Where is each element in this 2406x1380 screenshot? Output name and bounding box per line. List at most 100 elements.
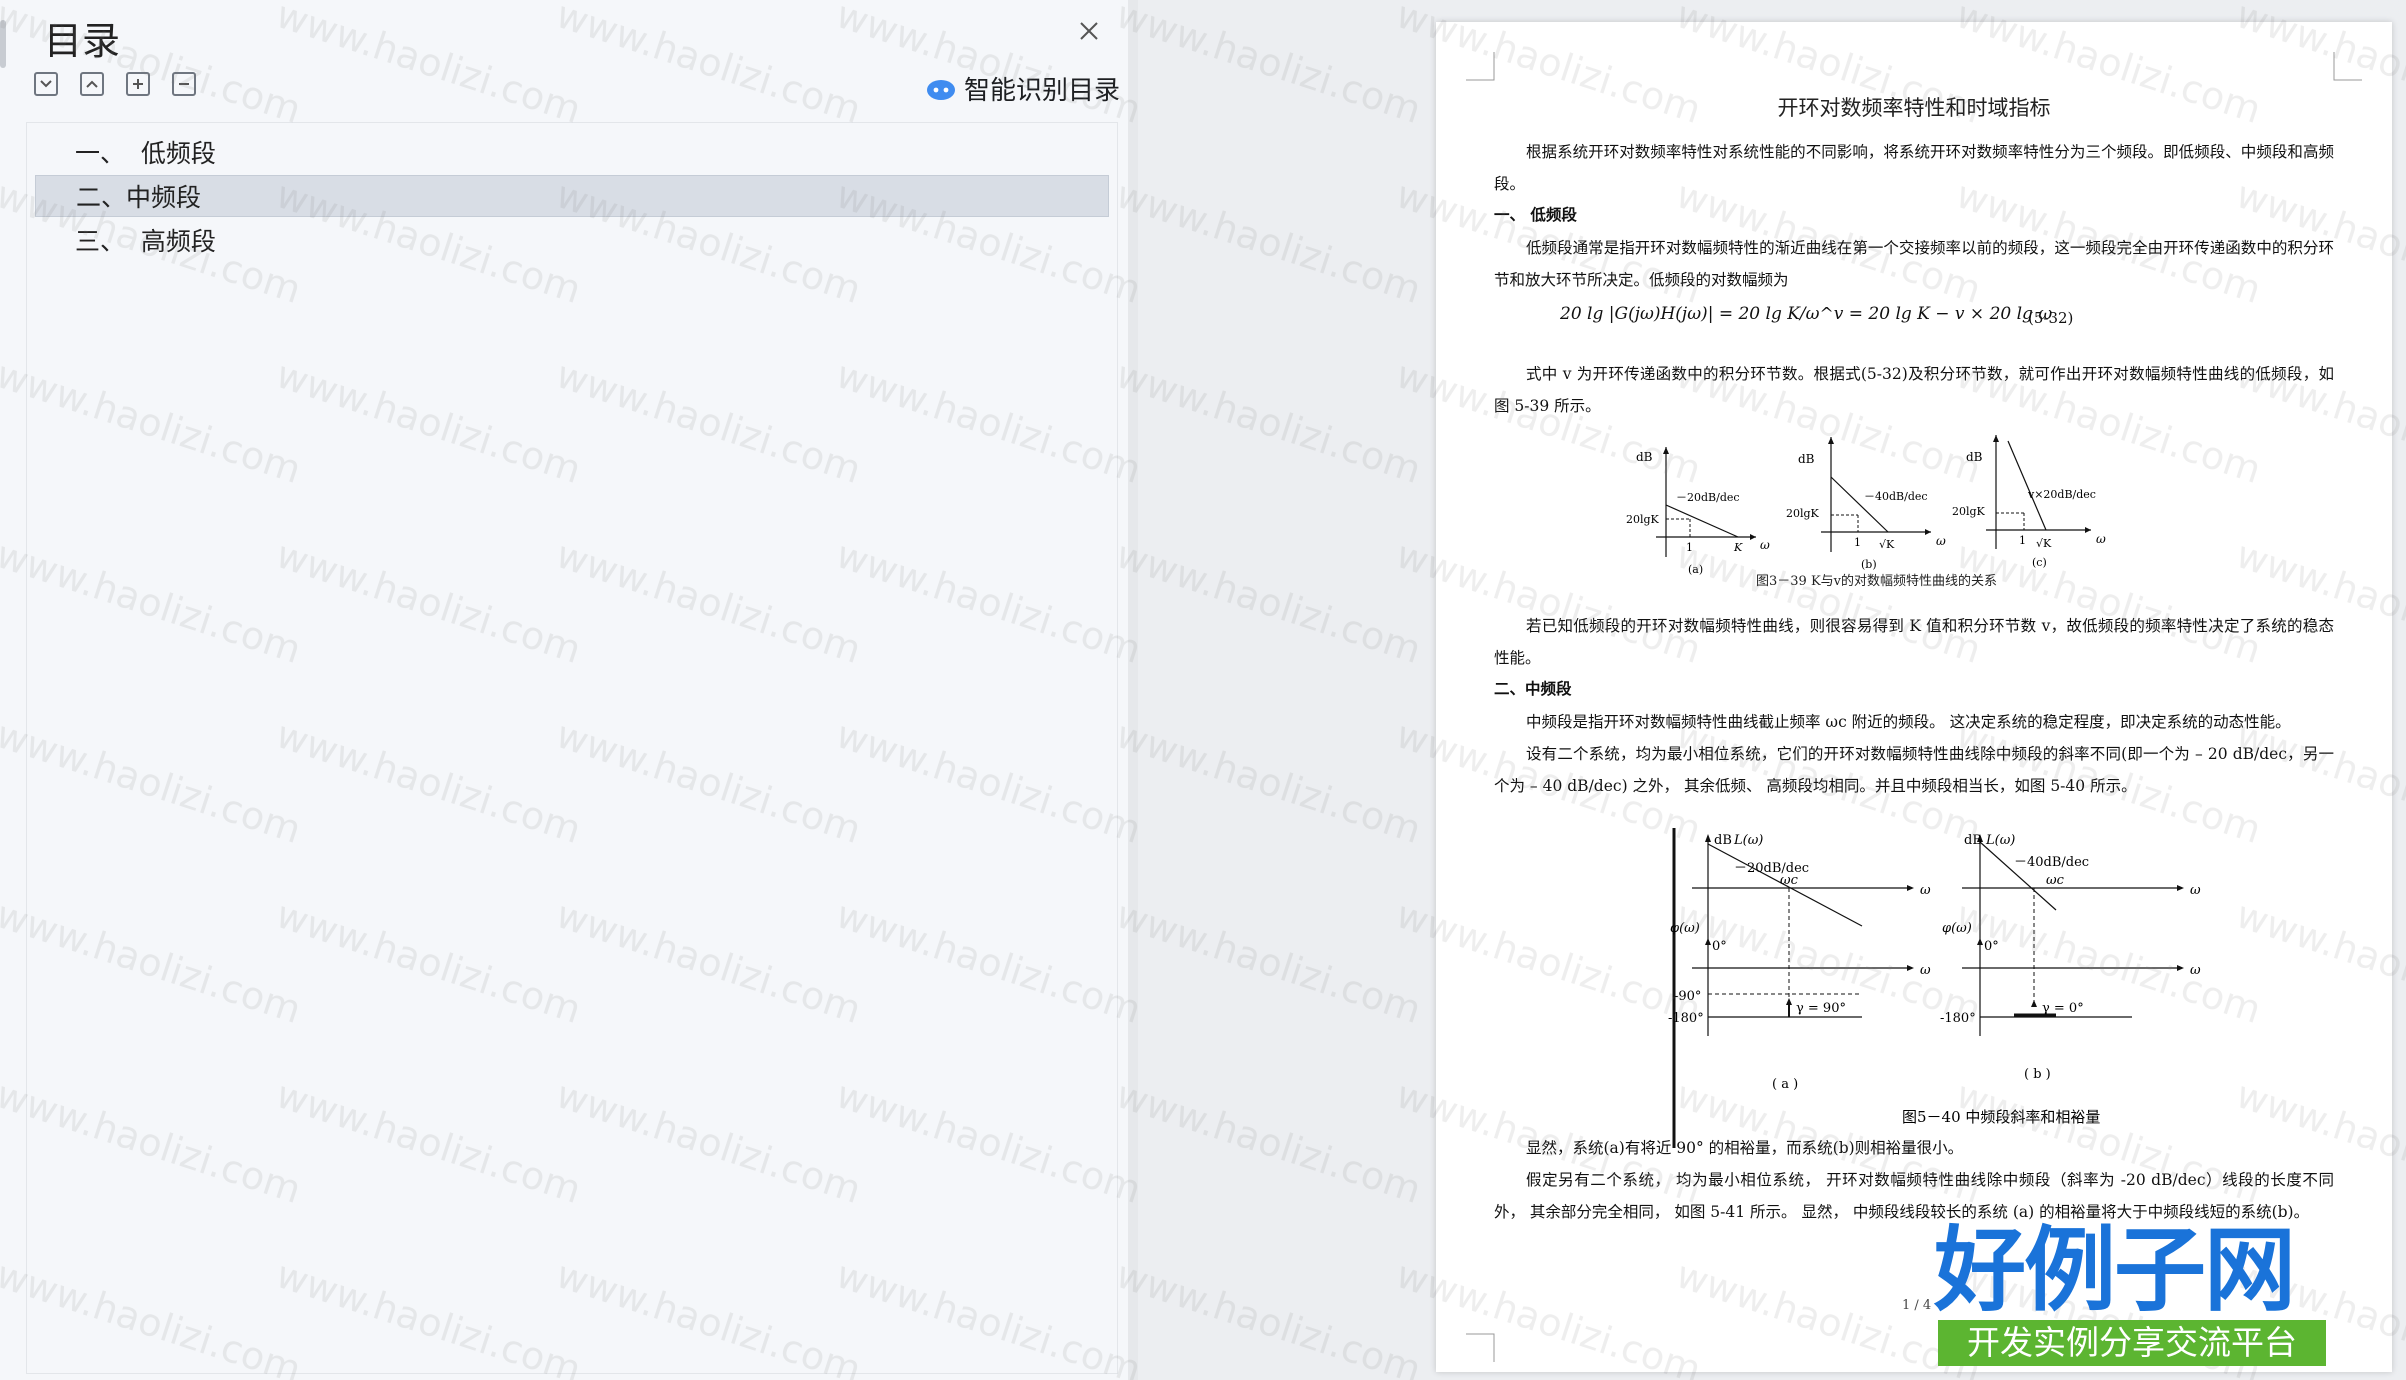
fig39-c-xtick-k: √K — [2036, 537, 2052, 550]
fig40-a-zero: 0° — [1712, 939, 1727, 954]
toc-item-high-freq[interactable]: 三、 高频段 — [35, 219, 1149, 261]
fig39-a-ylabel: dB — [1636, 450, 1653, 464]
minus-icon — [179, 83, 189, 85]
mid-freq-paragraph: 中频段是指开环对数幅频特性曲线截止频率 ωc 附近的频段。 这决定系统的稳定程度… — [1526, 713, 2291, 731]
fig40-a-phi: φ(ω) — [1670, 921, 1700, 936]
watermark-text: www.haolizi.com — [1110, 532, 1427, 672]
watermark-text: www.haolizi.com — [1110, 1252, 1427, 1380]
fig39-b-ytick: 20lgK — [1786, 507, 1820, 520]
expand-down-button[interactable] — [34, 72, 58, 96]
watermark-text: www.haolizi.com — [1110, 712, 1427, 852]
fig39-b-ylabel: dB — [1798, 452, 1815, 466]
splitter[interactable] — [1128, 0, 1138, 1380]
fig39-c-xaxis: ω — [2096, 532, 2106, 546]
fig40-a-xaxis-phase: ω — [1920, 963, 1931, 978]
logo-main-text: 好例子网 — [1934, 1217, 2296, 1324]
fig40-a-wc: ωc — [1780, 873, 1799, 888]
fig39-panel-c: dB 20lgK v×20dB/dec 1 √K ω (c) — [1952, 435, 2106, 569]
chevron-up-icon — [86, 80, 98, 88]
crop-mark-bottom-left — [1466, 1333, 1495, 1362]
fig39-b-xtick-k: √K — [1879, 538, 1895, 551]
intro-paragraph: 根据系统开环对数频率特性对系统性能的不同影响，将系统开环对数频率特性分为三个频段… — [1494, 143, 2334, 193]
fig40-b-gamma: γ = 0° — [2042, 1001, 2084, 1016]
fig40-b-zero: 0° — [1984, 939, 1999, 954]
chevron-down-icon — [40, 80, 52, 88]
fig40-b-wc: ωc — [2046, 873, 2065, 888]
toc-item-mid-freq[interactable]: 二、中频段 — [35, 175, 1109, 217]
watermark-text: www.haolizi.com — [1110, 0, 1427, 132]
fig40-b-L: L(ω) — [1985, 833, 2015, 848]
fig39-c-ytick: 20lgK — [1952, 505, 1986, 518]
fig40-b-xaxis-phase: ω — [2190, 963, 2201, 978]
fig39-c-ylabel: dB — [1966, 450, 1983, 464]
collapse-all-button[interactable] — [172, 72, 196, 96]
toc-panel: 目录 智能识别目录 一、 低频段 二、中频段 三、 高频段 — [0, 0, 1129, 1380]
expand-all-button[interactable] — [126, 72, 150, 96]
fig40-b-phi: φ(ω) — [1942, 921, 1972, 936]
fig40-a-gamma: γ = 90° — [1796, 1001, 1846, 1016]
logo-sub-text: 开发实例分享交流平台 — [1938, 1320, 2326, 1366]
toc-title: 目录 — [44, 19, 121, 63]
fig40-a-label: ( a ) — [1772, 1077, 1798, 1092]
watermark-text: www.haolizi.com — [1110, 352, 1427, 492]
fig40-a-m90: -90° — [1674, 989, 1701, 1004]
smart-toc-label: 智能识别目录 — [964, 76, 1121, 106]
watermark-text: www.haolizi.com — [1110, 172, 1427, 312]
phase-margin-paragraph: 显然，系统(a)有将近 90° 的相裕量，而系统(b)则相裕量很小。 — [1526, 1139, 1964, 1157]
site-logo: 好例子网 开发实例分享交流平台 — [1930, 1196, 2330, 1370]
crop-mark-top-left — [1466, 52, 1495, 81]
toc-item-label: 二、中频段 — [76, 183, 202, 212]
two-systems-paragraph: 设有二个系统，均为最小相位系统，它们的开环对数幅频特性曲线除中频段的斜率不同(即… — [1494, 745, 2334, 795]
fig39-a-xtick-k: K — [1733, 541, 1743, 554]
fig39-a-xtick-1: 1 — [1686, 541, 1693, 554]
smart-toc-button[interactable]: 智能识别目录 — [926, 70, 1120, 107]
figure-5-39: dB 20lgK －20dB/dec 1 K ω (a) dB 20lgK －4… — [1626, 435, 2106, 576]
fig40-a-dB: dB — [1714, 833, 1732, 848]
heading-low-freq: 一、 低频段 — [1494, 205, 1577, 224]
fig40-b-label: ( b ) — [2024, 1067, 2051, 1082]
document-title: 开环对数频率特性和时域指标 — [1777, 96, 2051, 120]
fig39-b-xtick-1: 1 — [1854, 536, 1861, 549]
fig39-c-xtick-1: 1 — [2019, 534, 2026, 547]
fig39-a-label: (a) — [1688, 563, 1703, 576]
collapse-up-button[interactable] — [80, 72, 104, 96]
fig39-a-slope: －20dB/dec — [1676, 491, 1740, 504]
toc-item-label: 三、 高频段 — [75, 227, 216, 256]
low-freq-paragraph: 低频段通常是指开环对数幅频特性的渐近曲线在第一个交接频率以前的频段，这一频段完全… — [1494, 239, 2334, 289]
heading-mid-freq: 二、中频段 — [1494, 679, 1572, 698]
fig39-b-slope: －40dB/dec — [1864, 490, 1928, 503]
fig39-a-xaxis: ω — [1760, 538, 1770, 552]
figure-5-40: dB L(ω) －20dB/dec ωc ω φ(ω) 0° ω -90° -1… — [1668, 828, 2201, 1148]
figure-5-40-caption: 图5－40 中频段斜率和相裕量 — [1902, 1108, 2100, 1126]
fig40-panel-b: dB L(ω) －40dB/dec ωc ω φ(ω) 0° ω -180° γ… — [1940, 833, 2201, 1082]
fig39-panel-a: dB 20lgK －20dB/dec 1 K ω (a) — [1626, 447, 1770, 576]
fig40-panel-a: dB L(ω) －20dB/dec ωc ω φ(ω) 0° ω -90° -1… — [1668, 833, 1931, 1092]
figure-5-39-caption: 图3－39 K与v的对数幅频特性曲线的关系 — [1756, 574, 1998, 589]
watermark-text: www.haolizi.com — [1110, 892, 1427, 1032]
fig40-a-L: L(ω) — [1733, 833, 1763, 848]
ai-cloud-icon — [927, 79, 955, 100]
integral-paragraph: 式中 v 为开环传递函数中的积分环节数。根据式(5-32)及积分环节数，就可作出… — [1494, 365, 2334, 415]
document-page: 开环对数频率特性和时域指标 根据系统开环对数频率特性对系统性能的不同影响，将系统… — [1436, 22, 2392, 1372]
formula-5-32: 20 lg |G(jω)H(jω)| = 20 lg K/ω^v = 20 lg… — [1560, 304, 2053, 324]
fig40-b-dB: dB — [1964, 833, 1982, 848]
crop-mark-top-right — [2333, 52, 2362, 81]
toc-toolbar — [34, 72, 196, 96]
fig40-b-xaxis-mag: ω — [2190, 883, 2201, 898]
steady-state-paragraph: 若已知低频段的开环对数幅频特性曲线，则很容易得到 K 值和积分环节数 v，故低频… — [1494, 617, 2334, 667]
fig39-a-ytick: 20lgK — [1626, 513, 1660, 526]
fig39-panel-b: dB 20lgK －40dB/dec 1 √K ω (b) — [1786, 437, 1946, 571]
toc-list: 一、 低频段 二、中频段 三、 高频段 — [26, 122, 1118, 1374]
toc-item-label: 一、 低频段 — [75, 139, 216, 168]
fig40-b-slope: －40dB/dec — [2014, 855, 2089, 870]
fig39-b-xaxis: ω — [1936, 534, 1946, 548]
fig39-c-label: (c) — [2032, 556, 2047, 569]
page-number: 1 / 4 — [1902, 1298, 1932, 1313]
fig40-b-m180: -180° — [1940, 1011, 1976, 1026]
close-icon[interactable] — [1072, 14, 1106, 48]
fig40-a-xaxis-mag: ω — [1920, 883, 1931, 898]
toc-item-low-freq[interactable]: 一、 低频段 — [35, 131, 1149, 173]
panel-edge-handle[interactable] — [0, 20, 6, 68]
fig40-a-m180: -180° — [1668, 1011, 1704, 1026]
plus-icon — [133, 79, 143, 89]
